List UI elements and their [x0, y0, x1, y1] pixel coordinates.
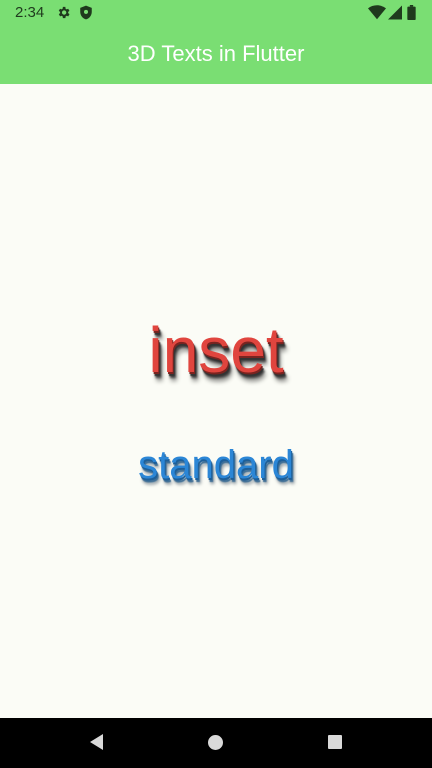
- back-icon[interactable]: [87, 732, 105, 752]
- home-icon[interactable]: [207, 734, 224, 751]
- app-header: 2:34 3D Texts in Flutter: [0, 0, 432, 84]
- standard-3d-text: standard: [138, 443, 294, 487]
- shield-icon: [80, 5, 92, 20]
- app-title: 3D Texts in Flutter: [127, 41, 305, 66]
- status-bar: 2:34: [0, 0, 432, 26]
- gear-icon: [58, 6, 70, 19]
- battery-icon: [407, 5, 416, 20]
- recents-icon[interactable]: [327, 734, 343, 750]
- wifi-icon: [368, 5, 386, 20]
- phone-screen: 2:34 3D Texts in Flutter inset standard: [0, 0, 432, 768]
- signal-icon: [388, 5, 402, 20]
- navigation-bar: [0, 718, 432, 768]
- status-time: 2:34: [15, 4, 45, 21]
- main-content: inset standard: [0, 84, 432, 718]
- inset-3d-text: inset: [148, 314, 284, 386]
